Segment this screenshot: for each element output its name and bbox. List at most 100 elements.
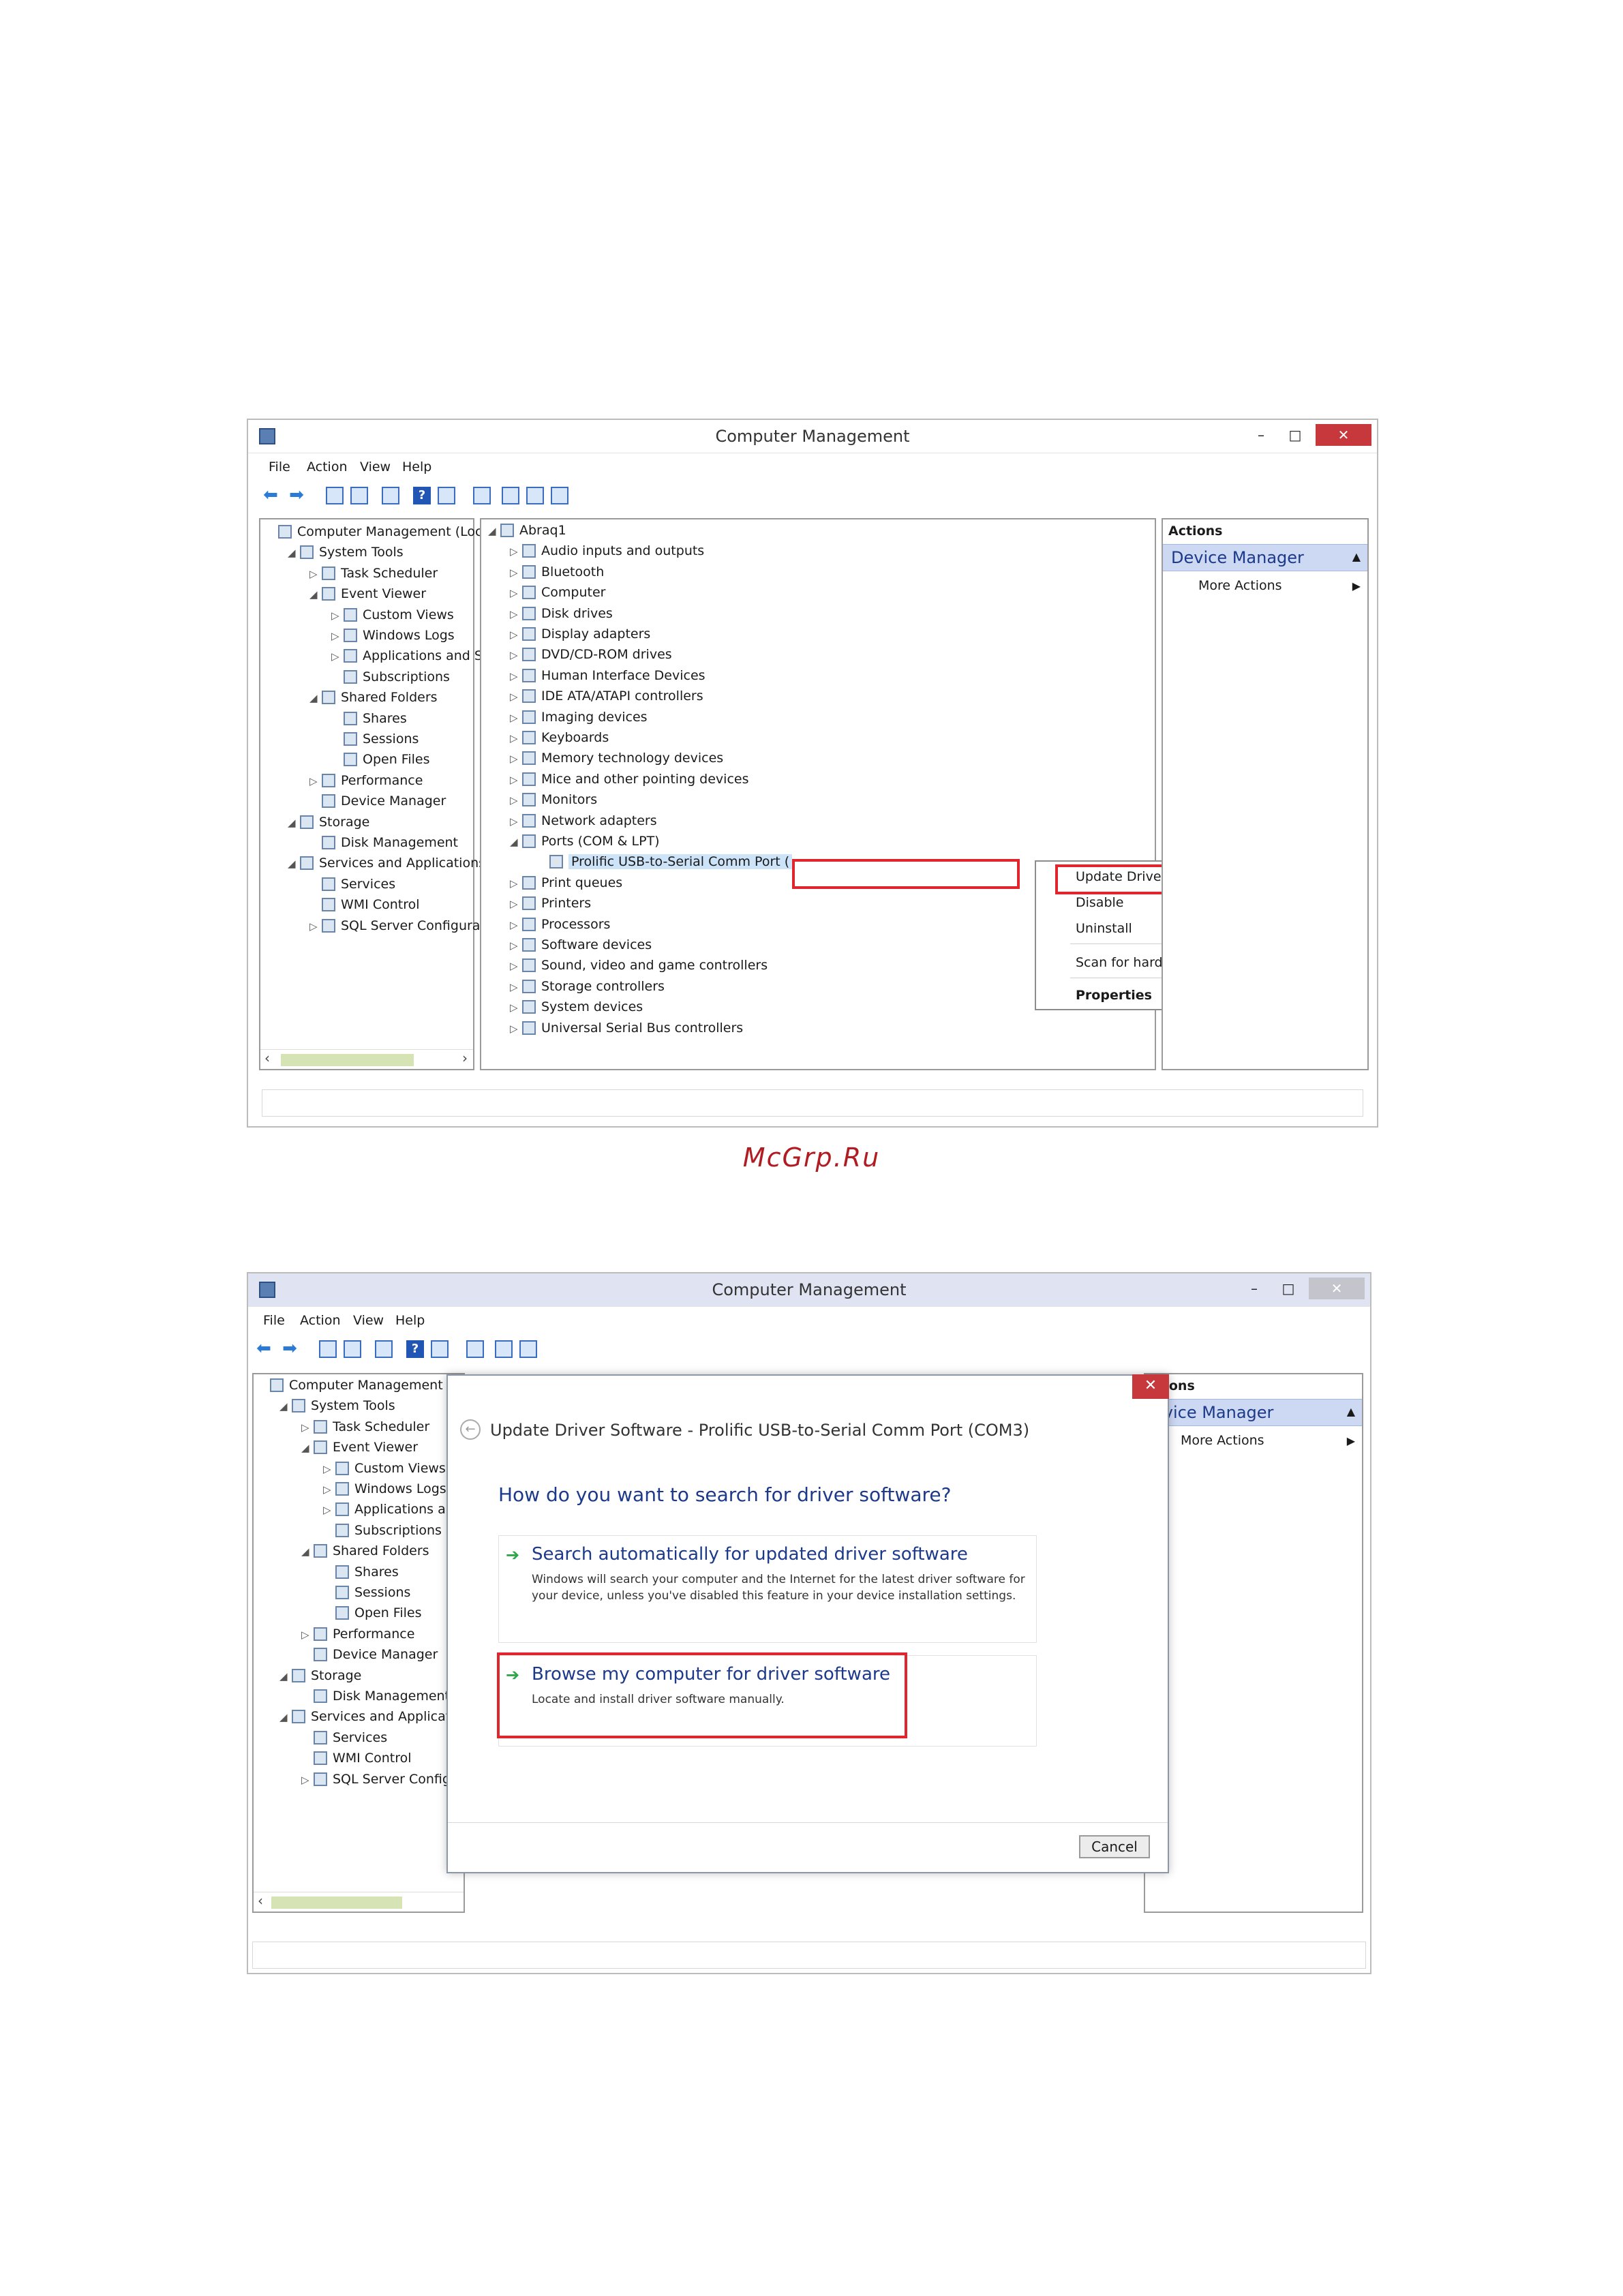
tree-item-subscriptions[interactable]: Subscriptions: [323, 1521, 442, 1540]
forward-arrow-icon[interactable]: ➡: [288, 486, 305, 504]
help-icon[interactable]: ?: [406, 1340, 424, 1358]
device-prolific-usb-serial[interactable]: Prolific USB-to-Serial Comm Port (: [537, 852, 793, 871]
collapsed-icon[interactable]: ▷: [510, 605, 522, 624]
collapsed-icon[interactable]: ▷: [309, 564, 322, 584]
collapsed-icon[interactable]: ▷: [510, 708, 522, 727]
tree-item-shares[interactable]: Shares: [323, 1562, 399, 1582]
collapsed-icon[interactable]: ▷: [510, 936, 522, 955]
close-button[interactable]: ✕: [1309, 1278, 1365, 1299]
expanded-icon[interactable]: ◢: [288, 854, 300, 873]
tree-item-event-viewer[interactable]: ◢ Event Viewer: [309, 584, 426, 603]
collapsed-icon[interactable]: ▷: [309, 917, 322, 936]
tree-item-disk-management[interactable]: Disk Management: [301, 1687, 450, 1706]
collapsed-icon[interactable]: ▷: [510, 770, 522, 789]
device-category-imaging-devices[interactable]: ▷ Imaging devices: [510, 708, 648, 727]
menu-view[interactable]: View: [353, 1313, 384, 1328]
minimize-button[interactable]: –: [1241, 1278, 1268, 1299]
export-list-icon[interactable]: [375, 1340, 393, 1358]
tree-item-subscriptions[interactable]: Subscriptions: [331, 667, 450, 686]
tree-item-event-viewer[interactable]: ◢ Event Viewer: [301, 1438, 418, 1457]
collapse-icon[interactable]: ▲: [1352, 550, 1361, 563]
menu-help[interactable]: Help: [395, 1313, 425, 1328]
scan-hardware-icon[interactable]: [466, 1340, 484, 1358]
tree-item-performance[interactable]: ▷ Performance: [301, 1625, 414, 1644]
collapsed-icon[interactable]: ▷: [510, 542, 522, 561]
expanded-icon[interactable]: ◢: [488, 522, 500, 541]
expanded-icon[interactable]: ◢: [309, 689, 322, 708]
tree-item-sql-server-configuratic[interactable]: ▷ SQL Server Configuratic: [309, 916, 496, 935]
tree-item-windows-logs[interactable]: ▷ Windows Logs: [331, 626, 455, 645]
collapse-icon[interactable]: ▲: [1347, 1405, 1355, 1418]
actions-section-device-manager[interactable]: Device Manager ▲: [1163, 544, 1367, 571]
horizontal-scrollbar[interactable]: ‹ ›: [260, 1049, 473, 1069]
tree-item-task-scheduler[interactable]: ▷ Task Scheduler: [301, 1417, 429, 1436]
tree-item-performance[interactable]: ▷ Performance: [309, 771, 423, 790]
scroll-left-icon[interactable]: ‹: [264, 1050, 270, 1066]
help-icon[interactable]: ?: [413, 487, 431, 504]
device-category-system-devices[interactable]: ▷ System devices: [510, 997, 643, 1016]
device-category-audio-inputs-and-outputs[interactable]: ▷ Audio inputs and outputs: [510, 541, 704, 560]
device-category-ide-ata-atapi-controllers[interactable]: ▷ IDE ATA/ATAPI controllers: [510, 686, 703, 706]
tree-item-services[interactable]: Services: [301, 1728, 387, 1747]
maximize-button[interactable]: □: [1275, 1278, 1302, 1299]
tree-item-sessions[interactable]: Sessions: [331, 729, 419, 749]
device-category-storage-controllers[interactable]: ▷ Storage controllers: [510, 977, 665, 996]
device-category-bluetooth[interactable]: ▷ Bluetooth: [510, 562, 604, 581]
collapsed-icon[interactable]: ▷: [510, 749, 522, 768]
collapsed-icon[interactable]: ▷: [510, 729, 522, 748]
properties-icon[interactable]: [438, 487, 455, 504]
tree-item-applications-and[interactable]: ▷ Applications and: [323, 1500, 462, 1519]
device-category-processors[interactable]: ▷ Processors: [510, 915, 610, 934]
tree-item-open-files[interactable]: Open Files: [331, 750, 429, 769]
tree-item-shared-folders[interactable]: ◢ Shared Folders: [309, 688, 438, 707]
show-hide-tree-icon[interactable]: [344, 1340, 361, 1358]
tree-item-wmi-control[interactable]: WMI Control: [309, 895, 420, 914]
scroll-thumb[interactable]: [271, 1897, 402, 1909]
tree-item-services-and-applications[interactable]: ◢ Services and Applications: [288, 854, 485, 873]
tree-item-windows-logs[interactable]: ▷ Windows Logs: [323, 1479, 446, 1498]
menu-properties[interactable]: Properties: [1076, 986, 1152, 1005]
dialog-close-button[interactable]: ✕: [1132, 1374, 1169, 1399]
close-button[interactable]: ✕: [1316, 424, 1371, 446]
collapsed-icon[interactable]: ▷: [331, 626, 344, 646]
expanded-icon[interactable]: ◢: [288, 813, 300, 832]
device-category-mice-and-other-pointing-devices[interactable]: ▷ Mice and other pointing devices: [510, 770, 748, 789]
device-category-network-adapters[interactable]: ▷ Network adapters: [510, 811, 657, 830]
tree-item-system-tools[interactable]: ◢ System Tools: [288, 543, 404, 562]
cancel-button[interactable]: Cancel: [1079, 1835, 1150, 1858]
device-category-human-interface-devices[interactable]: ▷ Human Interface Devices: [510, 666, 706, 685]
menu-file[interactable]: File: [263, 1313, 285, 1328]
tree-item-storage[interactable]: ◢ Storage: [279, 1666, 361, 1685]
export-list-icon[interactable]: [382, 487, 399, 504]
collapsed-icon[interactable]: ▷: [510, 584, 522, 603]
collapsed-icon[interactable]: ▷: [510, 956, 522, 976]
show-hide-tree-icon[interactable]: [350, 487, 368, 504]
device-category-monitors[interactable]: ▷ Monitors: [510, 790, 597, 809]
update-driver-icon[interactable]: [502, 487, 519, 504]
more-actions-link[interactable]: More Actions: [1181, 1433, 1264, 1448]
tree-item-sessions[interactable]: Sessions: [323, 1583, 410, 1602]
back-icon[interactable]: ←: [460, 1419, 481, 1440]
uninstall-device-icon[interactable]: [526, 487, 544, 504]
more-actions-link[interactable]: More Actions: [1198, 578, 1282, 593]
device-tree-root[interactable]: ◢ Abraq1: [488, 521, 566, 540]
collapsed-icon[interactable]: ▷: [510, 894, 522, 913]
collapsed-icon[interactable]: ▷: [331, 647, 344, 666]
forward-arrow-icon[interactable]: ➡: [281, 1340, 299, 1358]
device-category-print-queues[interactable]: ▷ Print queues: [510, 873, 622, 892]
search-automatically-option[interactable]: ➔ Search automatically for updated drive…: [498, 1535, 1037, 1643]
maximize-button[interactable]: □: [1281, 424, 1309, 446]
tree-item-services-and-applicatio[interactable]: ◢ Services and Applicatio: [279, 1707, 462, 1726]
tree-item-shared-folders[interactable]: ◢ Shared Folders: [301, 1541, 429, 1560]
menu-view[interactable]: View: [360, 459, 391, 474]
menu-uninstall[interactable]: Uninstall: [1076, 919, 1132, 938]
collapsed-icon[interactable]: ▷: [510, 1019, 522, 1038]
tree-item-services[interactable]: Services: [309, 875, 395, 894]
expanded-icon[interactable]: ◢: [288, 543, 300, 562]
device-category-ports-com-lpt[interactable]: ◢ Ports (COM & LPT): [510, 832, 660, 851]
tree-item-applications-and-se[interactable]: ▷ Applications and Se: [331, 646, 491, 665]
tree-item-custom-views[interactable]: ▷ Custom Views: [323, 1459, 446, 1478]
tree-item-device-manager[interactable]: Device Manager: [309, 791, 446, 811]
device-category-keyboards[interactable]: ▷ Keyboards: [510, 728, 609, 747]
tree-item-shares[interactable]: Shares: [331, 709, 407, 728]
